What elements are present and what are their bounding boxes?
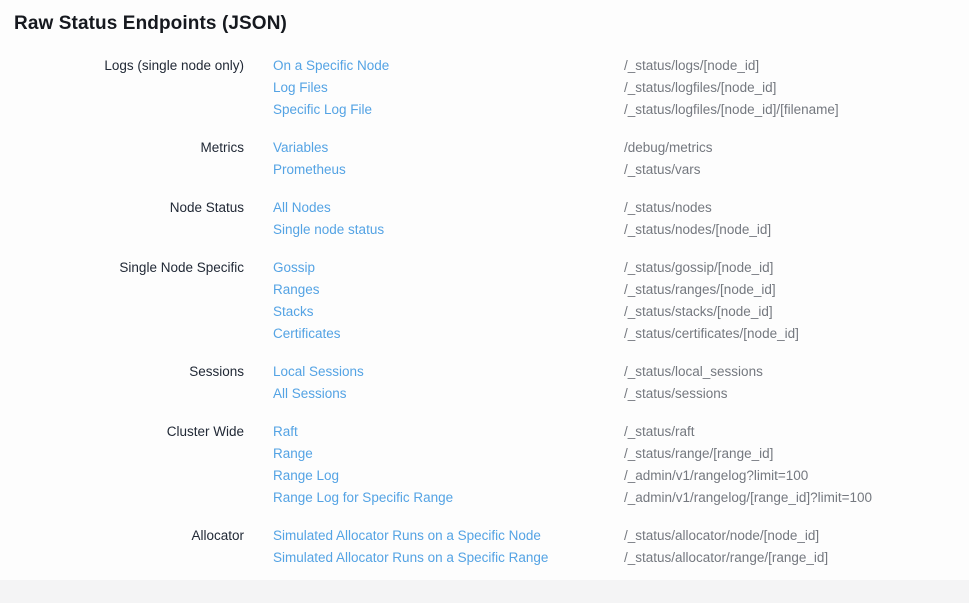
category-label: Node Status [0,197,273,241]
endpoint-link[interactable]: Certificates [273,323,624,345]
raw-status-endpoints-page: Raw Status Endpoints (JSON) Logs (single… [0,0,969,603]
category-label: Metrics [0,137,273,181]
endpoint-group: Logs (single node only) On a Specific No… [0,55,969,121]
endpoints-column: /_status/allocator/node/[node_id]/_statu… [624,525,969,569]
endpoint-path: /_status/stacks/[node_id] [624,301,969,323]
endpoint-link[interactable]: Stacks [273,301,624,323]
endpoint-group: Sessions Local SessionsAll Sessions /_st… [0,361,969,405]
endpoint-path: /_status/vars [624,159,969,181]
endpoint-path: /_admin/v1/rangelog?limit=100 [624,465,969,487]
endpoint-link[interactable]: Variables [273,137,624,159]
endpoint-path: /_status/raft [624,421,969,443]
category-label: Single Node Specific [0,257,273,345]
links-column: On a Specific NodeLog FilesSpecific Log … [273,55,624,121]
endpoint-path: /_status/logfiles/[node_id]/[filename] [624,99,969,121]
endpoint-link[interactable]: Specific Log File [273,99,624,121]
endpoint-link[interactable]: All Nodes [273,197,624,219]
endpoints-column: /debug/metrics/_status/vars [624,137,969,181]
endpoint-path: /_status/allocator/node/[node_id] [624,525,969,547]
category-label: Allocator [0,525,273,569]
links-column: Simulated Allocator Runs on a Specific N… [273,525,624,569]
category-label: Cluster Wide [0,421,273,509]
endpoint-path: /debug/metrics [624,137,969,159]
category-label: Sessions [0,361,273,405]
endpoint-link[interactable]: On a Specific Node [273,55,624,77]
endpoint-path: /_status/nodes/[node_id] [624,219,969,241]
endpoints-column: /_status/gossip/[node_id]/_status/ranges… [624,257,969,345]
endpoint-group: Node Status All NodesSingle node status … [0,197,969,241]
links-column: All NodesSingle node status [273,197,624,241]
endpoint-link[interactable]: Range Log [273,465,624,487]
page-title: Raw Status Endpoints (JSON) [14,13,287,35]
endpoints-column: /_status/raft/_status/range/[range_id]/_… [624,421,969,509]
endpoint-link[interactable]: Prometheus [273,159,624,181]
endpoint-path: /_status/local_sessions [624,361,969,383]
endpoint-group: Allocator Simulated Allocator Runs on a … [0,525,969,569]
endpoint-path: /_status/allocator/range/[range_id] [624,547,969,569]
endpoints-column: /_status/logs/[node_id]/_status/logfiles… [624,55,969,121]
endpoint-link[interactable]: Log Files [273,77,624,99]
endpoint-link[interactable]: Simulated Allocator Runs on a Specific N… [273,525,624,547]
endpoint-group: Metrics VariablesPrometheus /debug/metri… [0,137,969,181]
endpoint-link[interactable]: Range Log for Specific Range [273,487,624,509]
endpoint-link[interactable]: Simulated Allocator Runs on a Specific R… [273,547,624,569]
endpoint-path: /_status/logfiles/[node_id] [624,77,969,99]
links-column: Local SessionsAll Sessions [273,361,624,405]
footer-band [0,580,969,603]
endpoint-path: /_status/logs/[node_id] [624,55,969,77]
endpoint-path: /_status/gossip/[node_id] [624,257,969,279]
endpoint-link[interactable]: Local Sessions [273,361,624,383]
endpoint-link[interactable]: All Sessions [273,383,624,405]
endpoint-table: Logs (single node only) On a Specific No… [0,55,969,569]
endpoint-group: Cluster Wide RaftRangeRange LogRange Log… [0,421,969,509]
category-label: Logs (single node only) [0,55,273,121]
endpoint-path: /_status/nodes [624,197,969,219]
endpoint-link[interactable]: Raft [273,421,624,443]
endpoint-group: Single Node Specific GossipRangesStacksC… [0,257,969,345]
endpoint-link[interactable]: Ranges [273,279,624,301]
endpoints-column: /_status/local_sessions/_status/sessions [624,361,969,405]
endpoint-link[interactable]: Range [273,443,624,465]
endpoint-path: /_status/sessions [624,383,969,405]
links-column: VariablesPrometheus [273,137,624,181]
endpoint-path: /_status/certificates/[node_id] [624,323,969,345]
endpoints-column: /_status/nodes/_status/nodes/[node_id] [624,197,969,241]
links-column: RaftRangeRange LogRange Log for Specific… [273,421,624,509]
endpoint-path: /_admin/v1/rangelog/[range_id]?limit=100 [624,487,969,509]
endpoint-path: /_status/range/[range_id] [624,443,969,465]
links-column: GossipRangesStacksCertificates [273,257,624,345]
endpoint-link[interactable]: Single node status [273,219,624,241]
endpoint-link[interactable]: Gossip [273,257,624,279]
endpoint-path: /_status/ranges/[node_id] [624,279,969,301]
